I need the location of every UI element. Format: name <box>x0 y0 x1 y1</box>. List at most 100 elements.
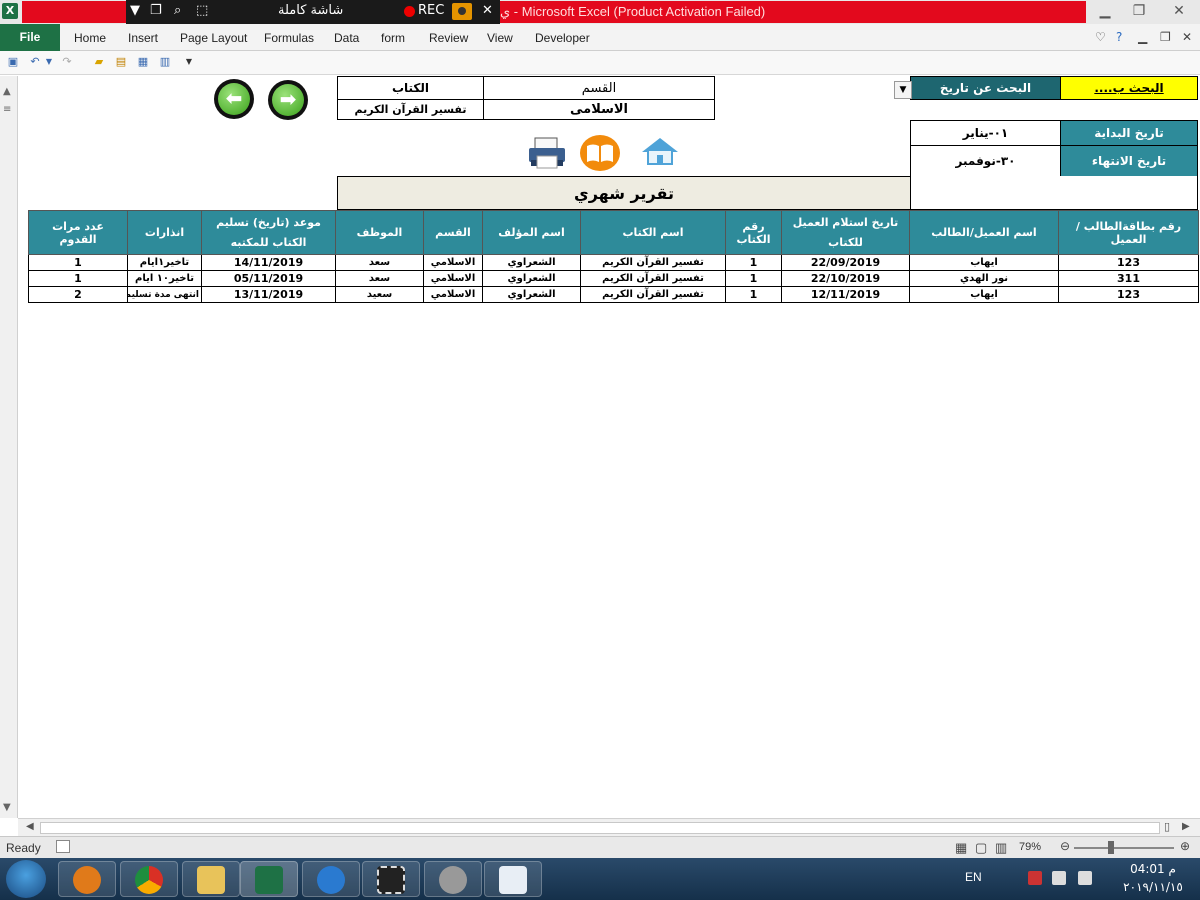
close-icon[interactable]: ✕ <box>1164 2 1194 22</box>
split-vertical-icon[interactable]: ▯ <box>1164 820 1170 833</box>
taskbar-time[interactable]: 04:01 م <box>1108 862 1198 876</box>
table-cell[interactable]: الشعراوي <box>482 270 581 287</box>
scroll-left-icon[interactable]: ◀ <box>26 821 34 832</box>
table-cell[interactable]: سعيد <box>335 286 424 303</box>
print-preview-icon[interactable]: ▦ <box>136 55 150 69</box>
table-cell[interactable]: تفسير القرآن الكريم <box>580 254 726 271</box>
horizontal-scrollbar[interactable]: ◀ ▯ ▶ <box>18 818 1200 836</box>
table-cell[interactable]: الاسلامي <box>423 270 483 287</box>
battery-icon[interactable] <box>1052 871 1066 885</box>
table-cell[interactable]: 05/11/2019 <box>201 270 336 287</box>
table-cell[interactable]: الاسلامي <box>423 286 483 303</box>
record-dot-icon[interactable] <box>404 6 415 17</box>
table-cell[interactable]: ايهاب <box>909 254 1059 271</box>
table-row[interactable]: 123 ايهاب 12/11/2019 1 تفسير القرآن الكر… <box>28 286 1199 303</box>
table-cell[interactable]: الاسلامي <box>423 254 483 271</box>
recorder-menu-icon[interactable]: ▼ <box>130 3 140 18</box>
table-cell[interactable]: 311 <box>1058 270 1199 287</box>
minimize-icon[interactable]: ▁ <box>1090 2 1120 22</box>
table-cell[interactable]: تفسير القرآن الكريم <box>580 270 726 287</box>
end-date-value[interactable]: ٣٠-نوفمبر <box>910 145 1061 177</box>
taskbar-media-player[interactable] <box>58 861 116 897</box>
recorder-restore-icon[interactable]: ❐ <box>150 3 162 18</box>
page-layout-view-icon[interactable]: ▢ <box>975 840 987 856</box>
help-icon[interactable]: ? <box>1116 30 1122 44</box>
scroll-up-icon[interactable]: ▲ <box>3 86 11 97</box>
table-cell[interactable]: الشعراوي <box>482 254 581 271</box>
tab-review[interactable]: Review <box>429 31 468 45</box>
record-label[interactable]: REC <box>418 3 444 18</box>
network-alert-icon[interactable] <box>1028 871 1042 885</box>
tab-formulas[interactable]: Formulas <box>264 31 314 45</box>
tab-developer[interactable]: Developer <box>535 31 590 45</box>
table-cell[interactable]: سعد <box>335 270 424 287</box>
workbook-restore-icon[interactable]: ❐ <box>1160 30 1171 44</box>
table-cell[interactable]: 2 <box>28 286 128 303</box>
table-cell[interactable]: 12/11/2019 <box>781 286 910 303</box>
taskbar-video[interactable] <box>362 861 420 897</box>
scroll-right-icon[interactable]: ▶ <box>1182 821 1190 832</box>
table-cell[interactable]: 1 <box>28 254 128 271</box>
table-cell[interactable]: 13/11/2019 <box>201 286 336 303</box>
volume-icon[interactable] <box>1078 871 1092 885</box>
new-file-icon[interactable]: ▤ <box>114 55 128 69</box>
start-button-icon[interactable] <box>6 860 46 898</box>
book-value[interactable]: تفسير القرآن الكريم <box>337 99 484 120</box>
printer-icon[interactable] <box>527 136 567 170</box>
table-cell[interactable]: الشعراوي <box>482 286 581 303</box>
zoom-slider-handle[interactable] <box>1108 841 1114 854</box>
tab-insert[interactable]: Insert <box>128 31 158 45</box>
book-icon[interactable] <box>579 134 621 172</box>
split-handle-icon[interactable]: ≡ <box>3 104 11 115</box>
zoom-level[interactable]: 79% <box>1019 841 1041 853</box>
table-cell[interactable]: تفسير القرآن الكريم <box>580 286 726 303</box>
zoom-in-icon[interactable]: ⊕ <box>1180 839 1190 853</box>
ribbon-collapse-icon[interactable]: ♡ <box>1095 30 1106 44</box>
table-cell[interactable]: انتهى مدة تسليم الكتاب <box>127 286 202 303</box>
table-row[interactable]: 311 نور الهدي 22/10/2019 1 تفسير القرآن … <box>28 270 1199 287</box>
section-value[interactable]: الاسلامى <box>483 99 715 120</box>
table-cell[interactable]: تاخير١٠ ايام <box>127 270 202 287</box>
table-cell[interactable]: 14/11/2019 <box>201 254 336 271</box>
zoom-out-icon[interactable]: ⊖ <box>1060 839 1070 853</box>
recorder-zoom-icon[interactable]: ⌕ <box>174 3 181 18</box>
save-icon[interactable]: ▣ <box>6 55 20 69</box>
tab-file[interactable]: File <box>0 24 60 51</box>
language-indicator[interactable]: EN <box>965 870 982 884</box>
tab-view[interactable]: View <box>487 31 513 45</box>
table-cell[interactable]: 22/09/2019 <box>781 254 910 271</box>
tab-data[interactable]: Data <box>334 31 359 45</box>
customize-qat-icon[interactable]: ▼ <box>182 55 196 69</box>
normal-view-icon[interactable]: ▦ <box>955 840 967 856</box>
scroll-down-icon[interactable]: ▼ <box>3 802 11 813</box>
scroll-track[interactable] <box>40 822 1160 834</box>
forward-button[interactable]: ➡ <box>268 80 308 120</box>
taskbar-ie[interactable] <box>302 861 360 897</box>
redo-icon[interactable]: ↷ <box>60 55 74 69</box>
undo-dropdown-icon[interactable]: ▼ <box>42 55 56 69</box>
macro-record-icon[interactable] <box>56 840 70 853</box>
tab-form[interactable]: form <box>381 31 405 45</box>
search-dropdown-icon[interactable]: ▼ <box>894 81 912 99</box>
tab-home[interactable]: Home <box>74 31 106 45</box>
table-row[interactable]: 123 ايهاب 22/09/2019 1 تفسير القرآن الكر… <box>28 254 1199 271</box>
table-cell[interactable]: ايهاب <box>909 286 1059 303</box>
workbook-minimize-icon[interactable]: ▁ <box>1138 30 1147 44</box>
table-cell[interactable]: 123 <box>1058 254 1199 271</box>
table-cell[interactable]: سعد <box>335 254 424 271</box>
taskbar-excel[interactable] <box>240 861 298 897</box>
table-cell[interactable]: 1 <box>725 270 782 287</box>
taskbar-movie-maker[interactable] <box>424 861 482 897</box>
taskbar-calculator[interactable] <box>484 861 542 897</box>
open-folder-icon[interactable]: ▰ <box>92 55 106 69</box>
taskbar-chrome[interactable] <box>120 861 178 897</box>
table-cell[interactable]: 1 <box>725 254 782 271</box>
camera-icon[interactable] <box>452 3 472 20</box>
home-icon[interactable] <box>640 136 680 166</box>
taskbar-explorer[interactable] <box>182 861 240 897</box>
recorder-frame-icon[interactable]: ⬚ <box>196 3 208 18</box>
taskbar-date[interactable]: ٢٠١٩/١١/١٥ <box>1108 880 1198 894</box>
page-break-view-icon[interactable]: ▥ <box>995 840 1007 856</box>
zoom-slider[interactable] <box>1074 847 1174 849</box>
table-cell[interactable]: تاخير١ايام <box>127 254 202 271</box>
